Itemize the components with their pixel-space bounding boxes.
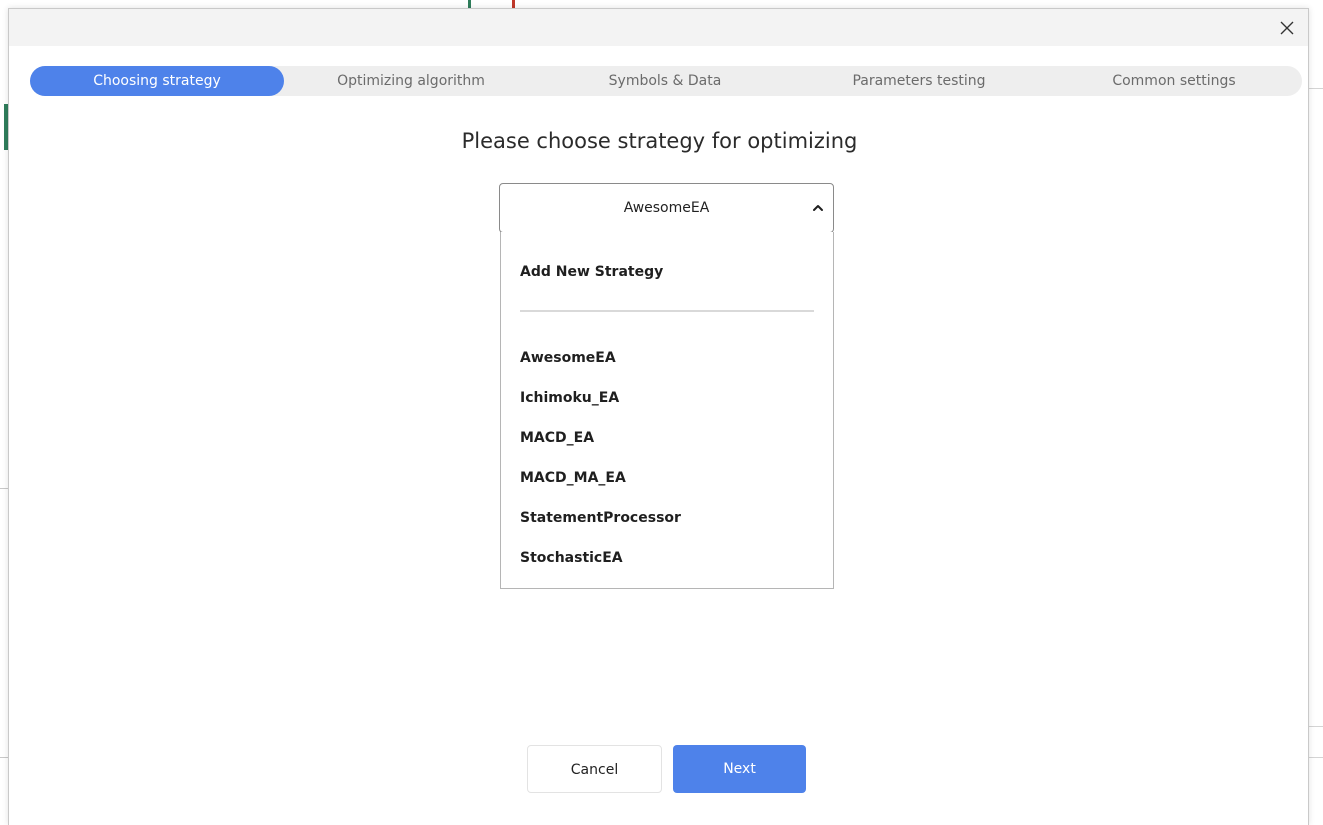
page-title: Please choose strategy for optimizing — [461, 129, 858, 153]
strategy-select[interactable]: AwesomeEA — [499, 183, 834, 233]
chevron-up-icon — [813, 205, 823, 211]
background-app-left-edge — [0, 0, 8, 825]
strategy-dropdown-menu: Add New Strategy AwesomeEA Ichimoku_EA M… — [500, 232, 834, 589]
step-optimizing-algorithm[interactable]: Optimizing algorithm — [284, 66, 538, 96]
add-new-strategy-option[interactable]: Add New Strategy — [520, 260, 814, 284]
step-symbols-data[interactable]: Symbols & Data — [538, 66, 792, 96]
dropdown-divider — [520, 310, 814, 312]
next-button[interactable]: Next — [673, 745, 806, 793]
background-app-right-edge — [1309, 0, 1323, 825]
step-parameters-testing[interactable]: Parameters testing — [792, 66, 1046, 96]
strategy-options-list: AwesomeEA Ichimoku_EA MACD_EA MACD_MA_EA… — [501, 338, 833, 578]
dialog-titlebar — [9, 9, 1308, 46]
strategy-select-value: AwesomeEA — [623, 200, 710, 216]
screen: Choosing strategy Optimizing algorithm S… — [0, 0, 1323, 825]
wizard-stepper: Choosing strategy Optimizing algorithm S… — [30, 66, 1302, 96]
strategy-optimizer-dialog: Choosing strategy Optimizing algorithm S… — [8, 8, 1309, 825]
strategy-option-macd-ma-ea[interactable]: MACD_MA_EA — [501, 458, 833, 498]
cancel-button[interactable]: Cancel — [527, 745, 662, 793]
strategy-option-macd-ea[interactable]: MACD_EA — [501, 418, 833, 458]
strategy-option-statementprocessor[interactable]: StatementProcessor — [501, 498, 833, 538]
step-common-settings[interactable]: Common settings — [1046, 66, 1302, 96]
strategy-option-awesomeea[interactable]: AwesomeEA — [501, 338, 833, 378]
step-choosing-strategy[interactable]: Choosing strategy — [30, 66, 284, 96]
close-icon — [1280, 21, 1294, 35]
strategy-option-ichimoku-ea[interactable]: Ichimoku_EA — [501, 378, 833, 418]
close-button[interactable] — [1272, 13, 1302, 43]
strategy-option-stochasticea[interactable]: StochasticEA — [501, 538, 833, 578]
